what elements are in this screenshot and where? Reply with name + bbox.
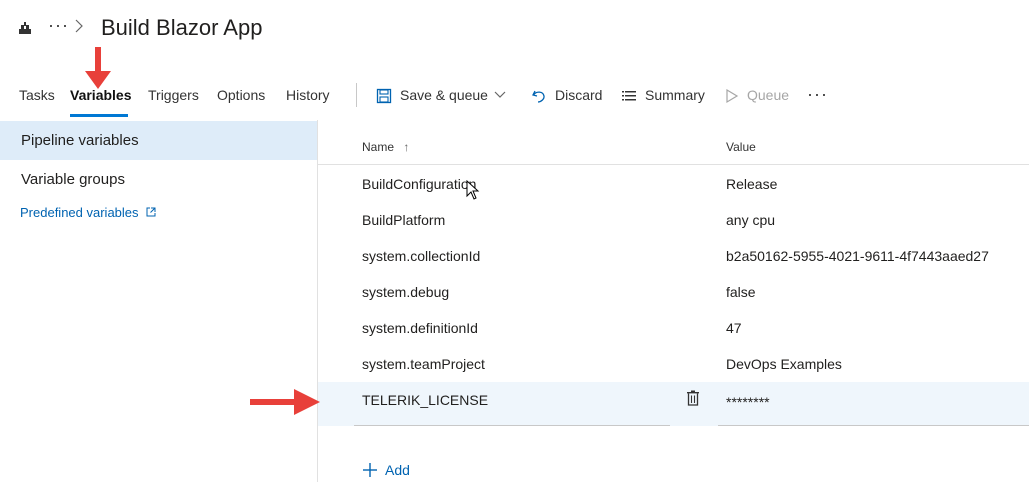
tab-options[interactable]: Options (217, 87, 265, 103)
list-icon[interactable] (621, 88, 637, 104)
page-title: Build Blazor App (101, 15, 263, 40)
variable-value[interactable]: DevOps Examples (726, 356, 842, 372)
summary-button[interactable]: Summary (645, 87, 705, 103)
save-queue-button[interactable]: Save & queue (400, 87, 488, 103)
add-variable-button[interactable]: Add (362, 462, 410, 478)
variable-name[interactable]: system.teamProject (362, 356, 485, 372)
external-link-icon (146, 207, 156, 217)
table-row-selected[interactable]: TELERIK_LICENSE ******** (318, 382, 1029, 426)
predefined-variables-link[interactable]: Predefined variables (20, 205, 156, 220)
variable-name[interactable]: system.collectionId (362, 248, 480, 264)
value-input-underline (718, 425, 1029, 426)
breadcrumb-more-icon[interactable]: ··· (48, 15, 69, 36)
save-icon[interactable] (376, 88, 392, 104)
variable-name[interactable]: BuildConfiguration (362, 176, 476, 192)
annotation-arrow-right (250, 389, 320, 415)
more-actions-icon[interactable]: ··· (807, 84, 828, 105)
name-input-underline (354, 425, 670, 426)
variable-value-input[interactable]: ******** (726, 394, 770, 410)
tab-tasks[interactable]: Tasks (19, 87, 55, 103)
tab-triggers[interactable]: Triggers (148, 87, 199, 103)
variable-name[interactable]: BuildPlatform (362, 212, 445, 228)
chevron-down-icon[interactable] (494, 90, 506, 100)
variable-name[interactable]: system.debug (362, 284, 449, 300)
chevron-right-icon (75, 19, 83, 33)
nav-pipeline-variables[interactable]: Pipeline variables (0, 121, 317, 160)
nav-variable-groups[interactable]: Variable groups (0, 160, 317, 199)
table-row[interactable]: BuildConfiguration Release (318, 166, 1029, 202)
table-row[interactable]: system.teamProject DevOps Examples (318, 346, 1029, 382)
pipeline-icon[interactable] (17, 20, 33, 36)
variables-nav: Pipeline variables Variable groups Prede… (0, 120, 318, 482)
variable-value[interactable]: any cpu (726, 212, 775, 228)
column-name-label: Name (362, 140, 395, 154)
play-icon (726, 88, 739, 104)
variable-value[interactable]: 47 (726, 320, 742, 336)
table-row[interactable]: system.collectionId b2a50162-5955-4021-9… (318, 238, 1029, 274)
variable-name[interactable]: system.definitionId (362, 320, 478, 336)
active-tab-indicator (70, 114, 128, 117)
toolbar-divider (356, 83, 357, 107)
queue-button: Queue (747, 87, 790, 103)
annotation-arrow-down (85, 47, 111, 89)
tab-history[interactable]: History (286, 87, 330, 103)
page-header: ··· Build Blazor App (0, 0, 1029, 60)
add-variable-label: Add (385, 462, 410, 478)
grid-header: Name ↑ Value (318, 120, 1029, 165)
variable-value[interactable]: false (726, 284, 756, 300)
discard-button[interactable]: Discard (555, 87, 602, 103)
sort-ascending-icon: ↑ (403, 140, 410, 154)
column-header-name[interactable]: Name ↑ (362, 140, 409, 154)
undo-icon[interactable] (531, 88, 547, 104)
mouse-pointer-icon (466, 180, 480, 200)
delete-icon[interactable] (686, 390, 700, 406)
variable-name-input[interactable]: TELERIK_LICENSE (362, 392, 488, 408)
table-row[interactable]: BuildPlatform any cpu (318, 202, 1029, 238)
plus-icon (363, 463, 377, 477)
variable-value[interactable]: Release (726, 176, 777, 192)
table-row[interactable]: system.definitionId 47 (318, 310, 1029, 346)
variable-value[interactable]: b2a50162-5955-4021-9611-4f7443aaed27 (726, 248, 989, 264)
predefined-variables-label: Predefined variables (20, 205, 139, 220)
table-row[interactable]: system.debug false (318, 274, 1029, 310)
column-header-value[interactable]: Value (726, 140, 756, 154)
pivot-bar: Tasks Variables Triggers Options History… (0, 70, 1029, 120)
variables-grid: Name ↑ Value BuildConfiguration Release … (318, 120, 1029, 482)
